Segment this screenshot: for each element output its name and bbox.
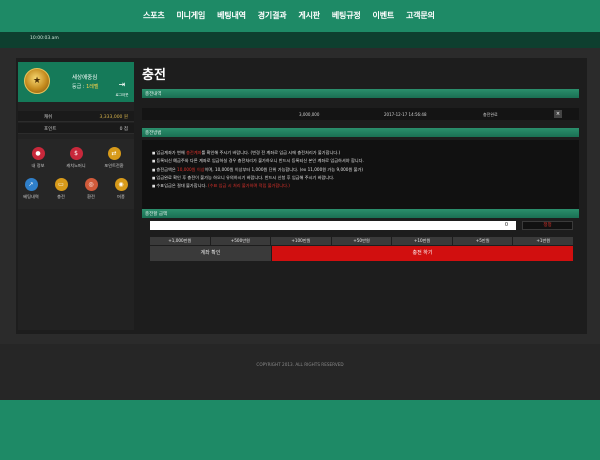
shortcut-charge[interactable]: ▭ 충전 [46, 178, 76, 200]
ticker-bar: 10:00:03.am [0, 32, 600, 48]
shortcut-point-exchange[interactable]: ⇄ 포인트전환 [99, 147, 129, 169]
nav-item-support[interactable]: 고객문의 [400, 10, 441, 21]
amount-section-bar: 충전할 금액 [142, 209, 579, 218]
user-icon: ● [31, 147, 45, 160]
points-value: 0 점 [119, 127, 128, 132]
quick-amount-button[interactable]: +50만원 [331, 237, 392, 245]
withdraw-icon: ◎ [84, 178, 98, 191]
cash-row: 캐쉬 3,333,000 원 [18, 111, 134, 122]
coin-icon: ◉ [114, 178, 128, 191]
notice-section-bar: 충전방법 [142, 128, 579, 137]
quick-amount-button[interactable]: +5만원 [452, 237, 513, 245]
shortcut-coin[interactable]: ◉ 머퐁 [106, 178, 136, 200]
charge-amount-value: 0 [504, 222, 508, 228]
main-menu: 스포츠 미니게임 베팅내역 경기결과 게시판 베팅규정 이벤트 고객문의 [137, 10, 441, 21]
notice-section-title: 충전방법 [145, 131, 162, 136]
amount-section-title: 충전할 금액 [145, 212, 168, 217]
logout-label: 로그아웃 [115, 93, 129, 97]
notice-item: 입금완료 확인 후 충전이 불가능 하오니 유의하시기 바랍니다. 반드시 신청… [152, 174, 572, 182]
nav-item-minigame[interactable]: 미니게임 [170, 10, 211, 21]
grade-value: 1레벨 [86, 84, 99, 90]
content-panel: ★ 세상에중심 등급 : 1레벨 ⇥ 로그아웃 캐쉬 3,333,000 원 포… [16, 58, 587, 334]
shortcut-label: 머퐁 [117, 194, 125, 199]
shortcut-label: 베팅내역 [23, 194, 39, 199]
history-amount: 3,000,000 [299, 112, 320, 117]
quick-amount-buttons: +1,000만원 +500만원 +100만원 +50만원 +10만원 +5만원 … [150, 237, 574, 245]
footer: COPYRIGHT 2013. ALL RIGHTS RESERVED [0, 344, 600, 400]
notice-item: 등록되신 예금주와 다른 계좌로 입금하실 경우 충전처리가 불가하오니 반드시… [152, 157, 572, 165]
shortcut-label: 내 정보 [31, 163, 45, 168]
grade-label: 등급 : [72, 84, 85, 90]
notice-box: 입금계좌가 변해 충전계좌를 확인해 주시기 바랍니다. (변경 전 계좌로 입… [142, 140, 579, 210]
notice-list: 입금계좌가 변해 충전계좌를 확인해 주시기 바랍니다. (변경 전 계좌로 입… [152, 149, 572, 190]
points-label: 포인트 [44, 127, 57, 132]
shortcut-withdraw[interactable]: ◎ 환전 [76, 178, 106, 200]
money-bag-icon: $ [69, 147, 83, 160]
nav-item-rules[interactable]: 베팅규정 [326, 10, 367, 21]
user-grade: 등급 : 1레벨 [72, 83, 98, 90]
logout-button[interactable]: ⇥ 로그아웃 [114, 72, 130, 98]
main-content: 충전 충전내역 3,000,000 2017-12-17 14:56:48 충전… [142, 62, 579, 330]
content-area: ★ 세상에중심 등급 : 1레벨 ⇥ 로그아웃 캐쉬 3,333,000 원 포… [0, 48, 600, 344]
page-title: 충전 [142, 68, 166, 83]
ticker-text: 10:00:03.am [30, 36, 59, 41]
points-row: 포인트 0 점 [18, 123, 134, 134]
nav-item-bet-history[interactable]: 베팅내역 [211, 10, 252, 21]
quick-amount-button[interactable]: +1,000만원 [150, 237, 210, 245]
delete-row-close-icon[interactable]: × [554, 110, 562, 118]
top-navigation: 스포츠 미니게임 베팅내역 경기결과 게시판 베팅규정 이벤트 고객문의 [0, 0, 600, 32]
history-row: 3,000,000 2017-12-17 14:56:48 충전완료 × [142, 108, 579, 120]
reset-button[interactable]: 정정 [522, 221, 573, 230]
notice-item: 수표입금은 절대 불가합니다. (수표 입금 시 처리 불가하며 적립 불가합니… [152, 182, 572, 190]
charge-amount-input[interactable]: 0 [150, 221, 516, 230]
shortcut-label: 충전 [57, 194, 65, 199]
logout-icon: ⇥ [118, 80, 126, 89]
history-section-bar: 충전내역 [142, 89, 579, 98]
shortcut-casino-money[interactable]: $ 캐치노머니 [61, 147, 91, 169]
bottom-band [0, 400, 600, 460]
rank-medal-icon: ★ [24, 68, 50, 94]
shortcut-label: 캐치노머니 [66, 163, 86, 168]
profile-card: ★ 세상에중심 등급 : 1레벨 ⇥ 로그아웃 [18, 62, 134, 102]
quick-amount-button[interactable]: +100만원 [271, 237, 331, 245]
shortcut-my-info[interactable]: ● 내 정보 [23, 147, 53, 169]
quick-amount-button[interactable]: +500만원 [210, 237, 271, 245]
shortcut-bet-history[interactable]: ↗ 베팅내역 [16, 178, 46, 200]
quick-amount-button[interactable]: +1만원 [513, 237, 574, 245]
history-status: 충전완료 [483, 112, 498, 117]
charge-submit-button[interactable]: 충전 하기 [272, 246, 573, 261]
history-section-title: 충전내역 [145, 92, 162, 97]
shortcut-label: 포인트전환 [104, 163, 124, 168]
copyright-text: COPYRIGHT 2013. ALL RIGHTS RESERVED [256, 362, 344, 367]
username: 세상에중심 [72, 75, 98, 81]
charge-icon: ▭ [54, 178, 68, 191]
notice-item: 충전금액은 10,000원 이상이며, 10,000원 이상부터 1,000원 … [152, 166, 572, 174]
chart-icon: ↗ [24, 178, 38, 191]
quick-amount-button[interactable]: +10만원 [392, 237, 452, 245]
cash-value: 3,333,000 원 [99, 115, 128, 120]
shortcut-label: 환전 [87, 194, 95, 199]
history-date: 2017-12-17 14:56:48 [384, 112, 427, 117]
cash-label: 캐쉬 [44, 115, 53, 120]
notice-item: 입금계좌가 변해 충전계좌를 확인해 주시기 바랍니다. (변경 전 계좌로 입… [152, 149, 572, 157]
nav-item-board[interactable]: 게시판 [292, 10, 325, 21]
shortcut-grid: ● 내 정보 $ 캐치노머니 ⇄ 포인트전환 ↗ 베팅내역 ▭ 충전 ◎ 환전 … [18, 139, 134, 209]
account-check-button[interactable]: 계좌 확인 [150, 246, 271, 261]
nav-item-sports[interactable]: 스포츠 [137, 10, 170, 21]
nav-item-results[interactable]: 경기결과 [252, 10, 293, 21]
exchange-icon: ⇄ [107, 147, 121, 160]
nav-item-events[interactable]: 이벤트 [367, 10, 400, 21]
sidebar: ★ 세상에중심 등급 : 1레벨 ⇥ 로그아웃 캐쉬 3,333,000 원 포… [18, 62, 134, 330]
